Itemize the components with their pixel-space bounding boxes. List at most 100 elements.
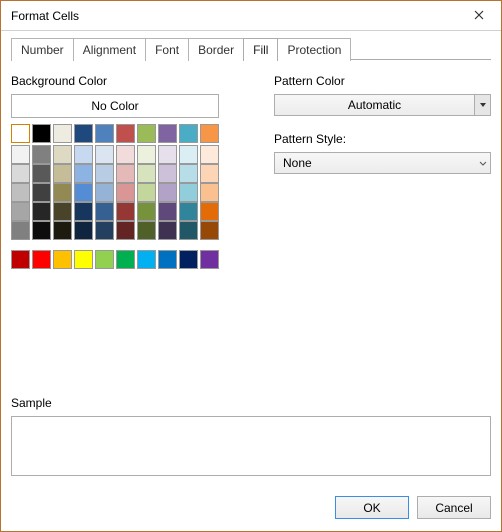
dropdown-arrow-icon: [474, 153, 490, 173]
tab-fill[interactable]: Fill: [243, 38, 278, 61]
color-swatch[interactable]: [32, 221, 51, 240]
tab-protection[interactable]: Protection: [277, 38, 351, 61]
color-swatch[interactable]: [74, 202, 93, 221]
color-swatch[interactable]: [200, 164, 219, 183]
color-swatch[interactable]: [158, 202, 177, 221]
no-color-button[interactable]: No Color: [11, 94, 219, 118]
color-swatch[interactable]: [74, 183, 93, 202]
color-swatch[interactable]: [158, 250, 177, 269]
color-swatch[interactable]: [53, 124, 72, 143]
color-swatch[interactable]: [74, 145, 93, 164]
tab-alignment[interactable]: Alignment: [73, 38, 146, 61]
color-swatch[interactable]: [32, 250, 51, 269]
color-swatch[interactable]: [11, 183, 30, 202]
tab-border[interactable]: Border: [188, 38, 244, 61]
fill-panel: Background Color No Color Pattern Color …: [11, 60, 491, 269]
color-swatch[interactable]: [11, 164, 30, 183]
close-icon: [474, 9, 484, 23]
color-swatch[interactable]: [53, 202, 72, 221]
color-swatch[interactable]: [95, 221, 114, 240]
color-swatch[interactable]: [74, 221, 93, 240]
color-swatch[interactable]: [158, 183, 177, 202]
color-swatch[interactable]: [137, 145, 156, 164]
color-swatch[interactable]: [74, 250, 93, 269]
shade-row: [11, 145, 219, 164]
color-swatch[interactable]: [179, 202, 198, 221]
dialog-body: NumberAlignmentFontBorderFillProtection …: [1, 31, 501, 486]
dialog-title: Format Cells: [11, 9, 79, 23]
color-swatch[interactable]: [32, 183, 51, 202]
color-swatch[interactable]: [200, 183, 219, 202]
color-swatch[interactable]: [179, 124, 198, 143]
sample-area: Sample: [11, 384, 491, 476]
color-swatch[interactable]: [137, 221, 156, 240]
cancel-button[interactable]: Cancel: [417, 496, 491, 519]
tab-font[interactable]: Font: [145, 38, 189, 61]
color-swatch[interactable]: [11, 250, 30, 269]
close-button[interactable]: [457, 1, 501, 30]
color-swatch[interactable]: [179, 221, 198, 240]
color-swatch[interactable]: [200, 202, 219, 221]
pattern-color-group: Pattern Color Automatic: [274, 74, 491, 116]
color-swatch[interactable]: [74, 164, 93, 183]
color-swatch[interactable]: [200, 221, 219, 240]
color-swatch[interactable]: [116, 124, 135, 143]
color-swatch[interactable]: [200, 250, 219, 269]
color-swatch[interactable]: [179, 183, 198, 202]
color-swatch[interactable]: [11, 124, 30, 143]
sample-label: Sample: [11, 396, 491, 410]
color-swatch[interactable]: [74, 124, 93, 143]
color-swatch[interactable]: [116, 145, 135, 164]
color-swatch[interactable]: [200, 145, 219, 164]
color-swatch[interactable]: [158, 164, 177, 183]
tab-number[interactable]: Number: [11, 38, 74, 61]
color-swatch[interactable]: [53, 183, 72, 202]
color-swatch[interactable]: [32, 164, 51, 183]
color-swatch[interactable]: [95, 164, 114, 183]
ok-button[interactable]: OK: [335, 496, 409, 519]
pattern-style-group: Pattern Style: None: [274, 132, 491, 174]
color-swatch[interactable]: [116, 202, 135, 221]
color-swatch[interactable]: [53, 250, 72, 269]
color-palette: [11, 124, 219, 269]
color-swatch[interactable]: [116, 221, 135, 240]
color-swatch[interactable]: [158, 145, 177, 164]
pattern-style-label: Pattern Style:: [274, 132, 491, 146]
color-swatch[interactable]: [32, 202, 51, 221]
shade-row: [11, 164, 219, 183]
color-swatch[interactable]: [95, 124, 114, 143]
format-cells-dialog: Format Cells NumberAlignmentFontBorderFi…: [0, 0, 502, 532]
color-swatch[interactable]: [137, 124, 156, 143]
color-swatch[interactable]: [200, 124, 219, 143]
color-swatch[interactable]: [95, 202, 114, 221]
no-color-button-label: No Color: [91, 99, 138, 113]
color-swatch[interactable]: [53, 221, 72, 240]
pattern-style-dropdown[interactable]: None: [274, 152, 491, 174]
color-swatch[interactable]: [116, 183, 135, 202]
color-swatch[interactable]: [137, 183, 156, 202]
color-swatch[interactable]: [11, 202, 30, 221]
pattern-color-dropdown[interactable]: Automatic: [274, 94, 491, 116]
color-swatch[interactable]: [137, 250, 156, 269]
color-swatch[interactable]: [158, 124, 177, 143]
ok-button-label: OK: [363, 501, 380, 515]
color-swatch[interactable]: [179, 145, 198, 164]
color-swatch[interactable]: [95, 183, 114, 202]
fill-right-column: Pattern Color Automatic Pattern Style: N…: [274, 74, 491, 269]
color-swatch[interactable]: [116, 250, 135, 269]
color-swatch[interactable]: [53, 164, 72, 183]
color-swatch[interactable]: [32, 145, 51, 164]
pattern-style-value: None: [275, 156, 474, 170]
color-swatch[interactable]: [95, 145, 114, 164]
color-swatch[interactable]: [179, 250, 198, 269]
color-swatch[interactable]: [95, 250, 114, 269]
color-swatch[interactable]: [116, 164, 135, 183]
color-swatch[interactable]: [179, 164, 198, 183]
color-swatch[interactable]: [158, 221, 177, 240]
color-swatch[interactable]: [11, 145, 30, 164]
color-swatch[interactable]: [53, 145, 72, 164]
color-swatch[interactable]: [137, 202, 156, 221]
color-swatch[interactable]: [11, 221, 30, 240]
color-swatch[interactable]: [137, 164, 156, 183]
color-swatch[interactable]: [32, 124, 51, 143]
